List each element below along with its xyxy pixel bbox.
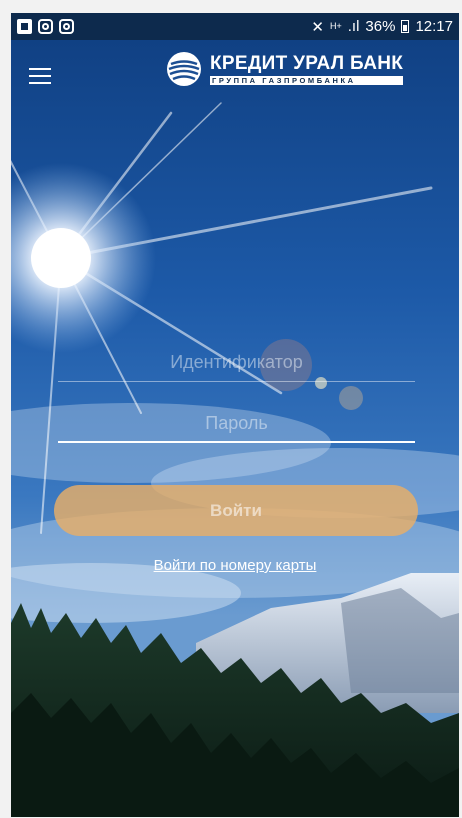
battery-percent: 36%: [365, 18, 396, 35]
notification-icons: [17, 19, 74, 34]
system-indicators: ✕ H+ .ıl 36% 12:17: [311, 18, 453, 36]
password-input[interactable]: [58, 403, 415, 443]
globe-logo-icon: [167, 52, 201, 86]
app-screen: ✕ H+ .ıl 36% 12:17 КРЕДИТ УРАЛ БАНК ГРУП…: [11, 13, 459, 817]
status-bar: ✕ H+ .ıl 36% 12:17: [11, 13, 459, 40]
bank-name: КРЕДИТ УРАЛ БАНК: [210, 52, 404, 74]
login-underline: [58, 381, 415, 382]
card-login-link[interactable]: Войти по номеру карты: [11, 557, 459, 574]
password-field[interactable]: [58, 403, 415, 443]
signal-icon: .ıl: [347, 18, 360, 35]
instagram-icon: [38, 19, 53, 34]
battery-icon: [401, 20, 410, 33]
login-button[interactable]: Войти: [54, 485, 418, 536]
mute-icon: ✕: [311, 18, 324, 36]
login-input[interactable]: [58, 342, 415, 382]
clock: 12:17: [415, 18, 453, 35]
bank-logo: КРЕДИТ УРАЛ БАНК ГРУППА ГАЗПРОМБАНКА: [166, 51, 404, 87]
instagram-icon: [59, 19, 74, 34]
login-field[interactable]: [58, 342, 415, 382]
network-type: H+: [329, 21, 342, 31]
password-underline: [58, 441, 415, 443]
flipboard-icon: [17, 19, 32, 34]
bank-group: ГРУППА ГАЗПРОМБАНКА: [210, 75, 404, 85]
hamburger-menu-icon[interactable]: [29, 68, 51, 84]
